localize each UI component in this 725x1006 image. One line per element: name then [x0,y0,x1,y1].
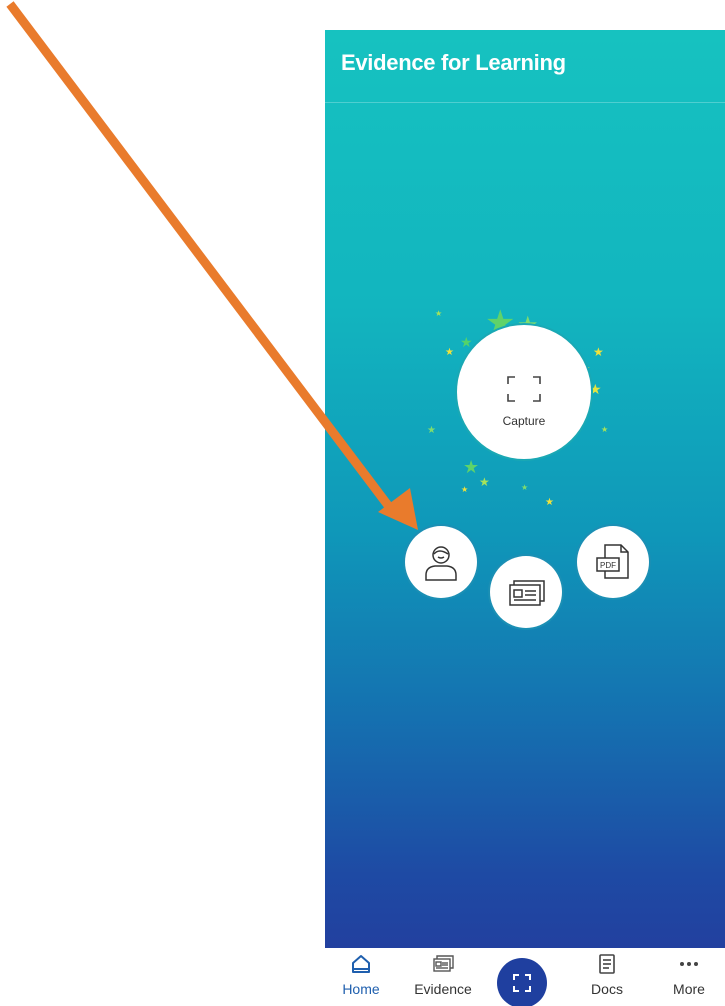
page: Evidence for Learning ★ ★ ★ ★ ★ ★ ★ ★ ★ … [0,0,725,1006]
arrow-shaft [6,1,397,515]
annotation-arrow [6,1,418,530]
